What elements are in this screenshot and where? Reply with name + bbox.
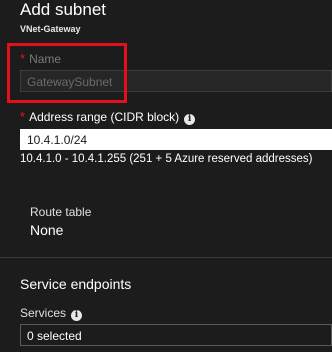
address-range-hint: 10.4.1.0 - 10.4.1.255 (251 + 5 Azure res… — [20, 153, 313, 165]
required-marker: * — [20, 109, 26, 124]
service-endpoints-title: Service endpoints — [20, 276, 132, 292]
services-label: Services i — [20, 306, 83, 321]
address-range-label: * Address range (CIDR block) i — [20, 109, 196, 125]
services-label-text: Services — [20, 306, 67, 320]
blade-subtitle: VNet-Gateway — [20, 24, 81, 34]
info-icon[interactable]: i — [184, 114, 196, 125]
info-icon[interactable]: i — [71, 310, 83, 321]
services-select[interactable]: 0 selected — [20, 324, 332, 346]
route-table-value[interactable]: None — [30, 222, 63, 238]
section-divider — [0, 257, 332, 258]
annotation-highlight-box — [7, 43, 127, 103]
blade-title: Add subnet — [20, 0, 107, 19]
address-range-label-text: Address range (CIDR block) — [29, 110, 180, 124]
route-table-label: Route table — [30, 205, 92, 219]
address-range-input[interactable]: 10.4.1.0/24 — [20, 129, 332, 150]
